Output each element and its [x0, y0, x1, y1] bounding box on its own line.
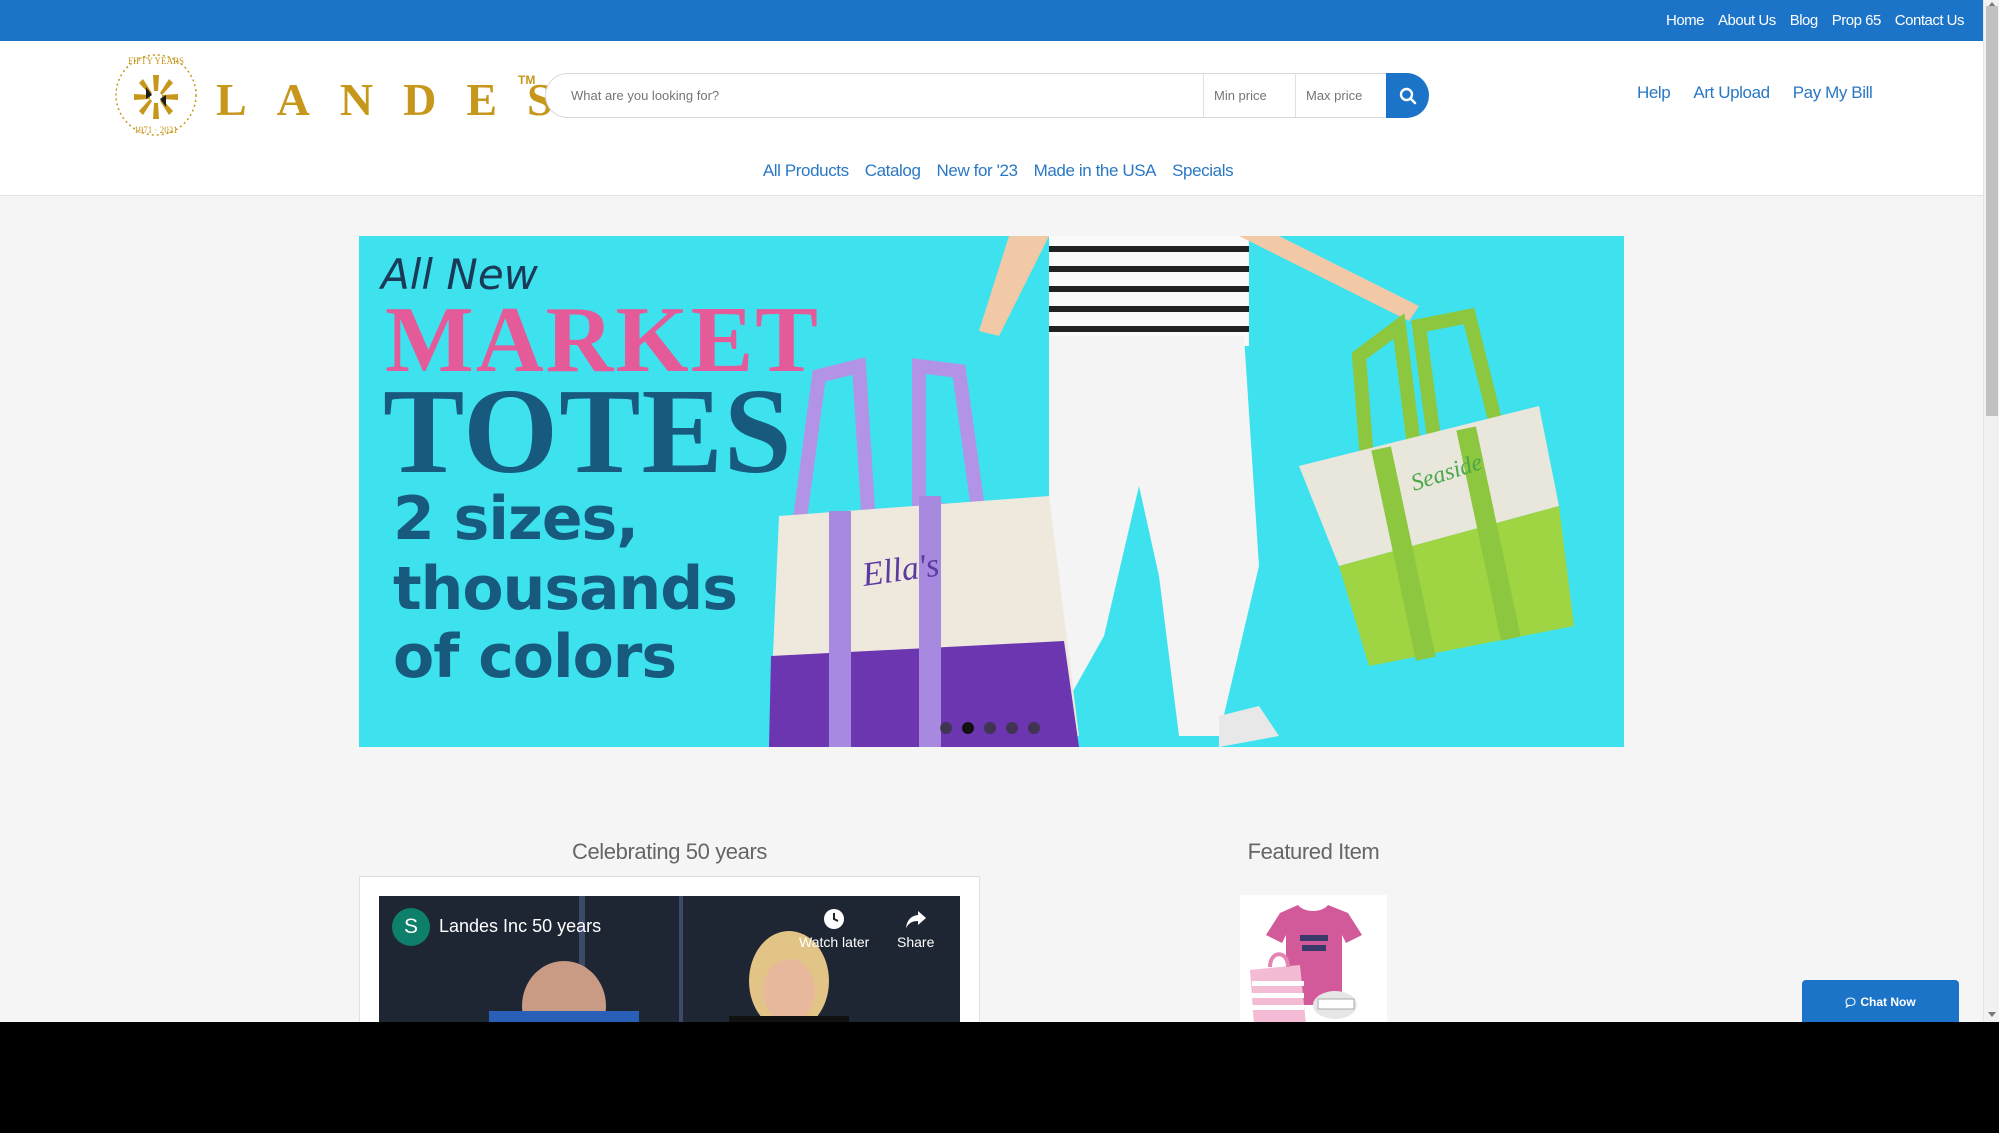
hero-line-sizes: 2 sizes,: [393, 484, 639, 554]
share-button[interactable]: Share: [897, 908, 934, 950]
header-link-pay-my-bill[interactable]: Pay My Bill: [1793, 83, 1873, 103]
nav-made-in-usa[interactable]: Made in the USA: [1034, 161, 1157, 181]
min-price-input[interactable]: [1203, 74, 1295, 117]
topbar-link-home[interactable]: Home: [1666, 12, 1705, 29]
nav-all-products[interactable]: All Products: [763, 161, 849, 181]
featured-tshirt-tote-image: [1240, 895, 1387, 1022]
search-icon: [1399, 87, 1416, 104]
search-box: [545, 73, 1387, 118]
header-link-help[interactable]: Help: [1637, 83, 1671, 103]
featured-item-image[interactable]: [1240, 895, 1387, 1022]
header-link-art-upload[interactable]: Art Upload: [1693, 83, 1770, 103]
share-label: Share: [897, 934, 935, 950]
svg-text:1971 · 2021: 1971 · 2021: [134, 125, 178, 135]
chat-now-button[interactable]: Chat Now: [1802, 980, 1959, 1022]
fifty-years-seal-icon: FIFTY YEARS 1971 · 2021: [115, 54, 197, 136]
video-title[interactable]: Landes Inc 50 years: [439, 916, 601, 937]
hero-line-colors: of colors: [393, 622, 677, 692]
hero-line-thousands: thousands: [393, 554, 738, 624]
page-scrollbar[interactable]: [1983, 0, 1999, 1022]
featured-section-title: Featured Item: [1247, 839, 1380, 864]
browser-viewport: Home About Us Blog Prop 65 Contact Us FI…: [0, 0, 1999, 1022]
svg-text:FIFTY YEARS: FIFTY YEARS: [128, 56, 184, 66]
carousel-dot-1[interactable]: [940, 722, 952, 734]
nav-new-for-23[interactable]: New for '23: [937, 161, 1018, 181]
topbar-link-prop-65[interactable]: Prop 65: [1832, 12, 1882, 29]
top-utility-links: Home About Us Blog Prop 65 Contact Us: [1666, 0, 1965, 41]
chat-now-label: Chat Now: [1860, 995, 1916, 1009]
celebrating-section-title: Celebrating 50 years: [571, 839, 767, 864]
topbar-link-blog[interactable]: Blog: [1790, 12, 1819, 29]
carousel-dot-5[interactable]: [1028, 722, 1040, 734]
watch-later-label: Watch later: [799, 934, 870, 950]
watch-later-button[interactable]: Watch later: [799, 908, 869, 950]
video-card: S Landes Inc 50 years Watch later Share: [359, 876, 980, 1022]
scroll-down-arrow-icon[interactable]: [1988, 1012, 1996, 1017]
nav-specials[interactable]: Specials: [1172, 161, 1233, 181]
carousel-dot-4[interactable]: [1006, 722, 1018, 734]
site-header: FIFTY YEARS 1971 · 2021 LANDES TM What a…: [0, 41, 1983, 196]
hero-banner[interactable]: Ella's Seaside All New MARKET TOTES 2 si…: [359, 236, 1624, 747]
scroll-thumb[interactable]: [1986, 6, 1998, 416]
max-price-input[interactable]: [1295, 74, 1387, 117]
topbar-link-contact-us[interactable]: Contact Us: [1895, 12, 1965, 29]
clock-icon: [824, 909, 845, 929]
carousel-dot-2[interactable]: [962, 722, 974, 734]
channel-avatar[interactable]: S: [392, 908, 430, 946]
search-bar: [545, 73, 1429, 118]
topbar-link-about-us[interactable]: About Us: [1718, 12, 1776, 29]
search-button[interactable]: [1386, 73, 1429, 118]
hero-totes: TOTES: [383, 364, 793, 499]
landes-logo[interactable]: FIFTY YEARS 1971 · 2021 LANDES TM: [112, 51, 553, 139]
main-navigation: All Products Catalog New for '23 Made in…: [0, 161, 1983, 181]
search-input[interactable]: [546, 74, 1203, 117]
top-utility-bar: Home About Us Blog Prop 65 Contact Us: [0, 0, 1983, 41]
share-icon: [905, 911, 926, 928]
nav-catalog[interactable]: Catalog: [865, 161, 921, 181]
video-thumbnail: [379, 896, 960, 1022]
logo-trademark: TM: [518, 73, 536, 87]
header-links: Help Art Upload Pay My Bill: [1637, 83, 1873, 103]
carousel-dots: [940, 722, 1040, 734]
carousel-dot-3[interactable]: [984, 722, 996, 734]
chat-bubble-icon: [1845, 996, 1856, 1008]
video-player[interactable]: S Landes Inc 50 years Watch later Share: [379, 896, 960, 1022]
